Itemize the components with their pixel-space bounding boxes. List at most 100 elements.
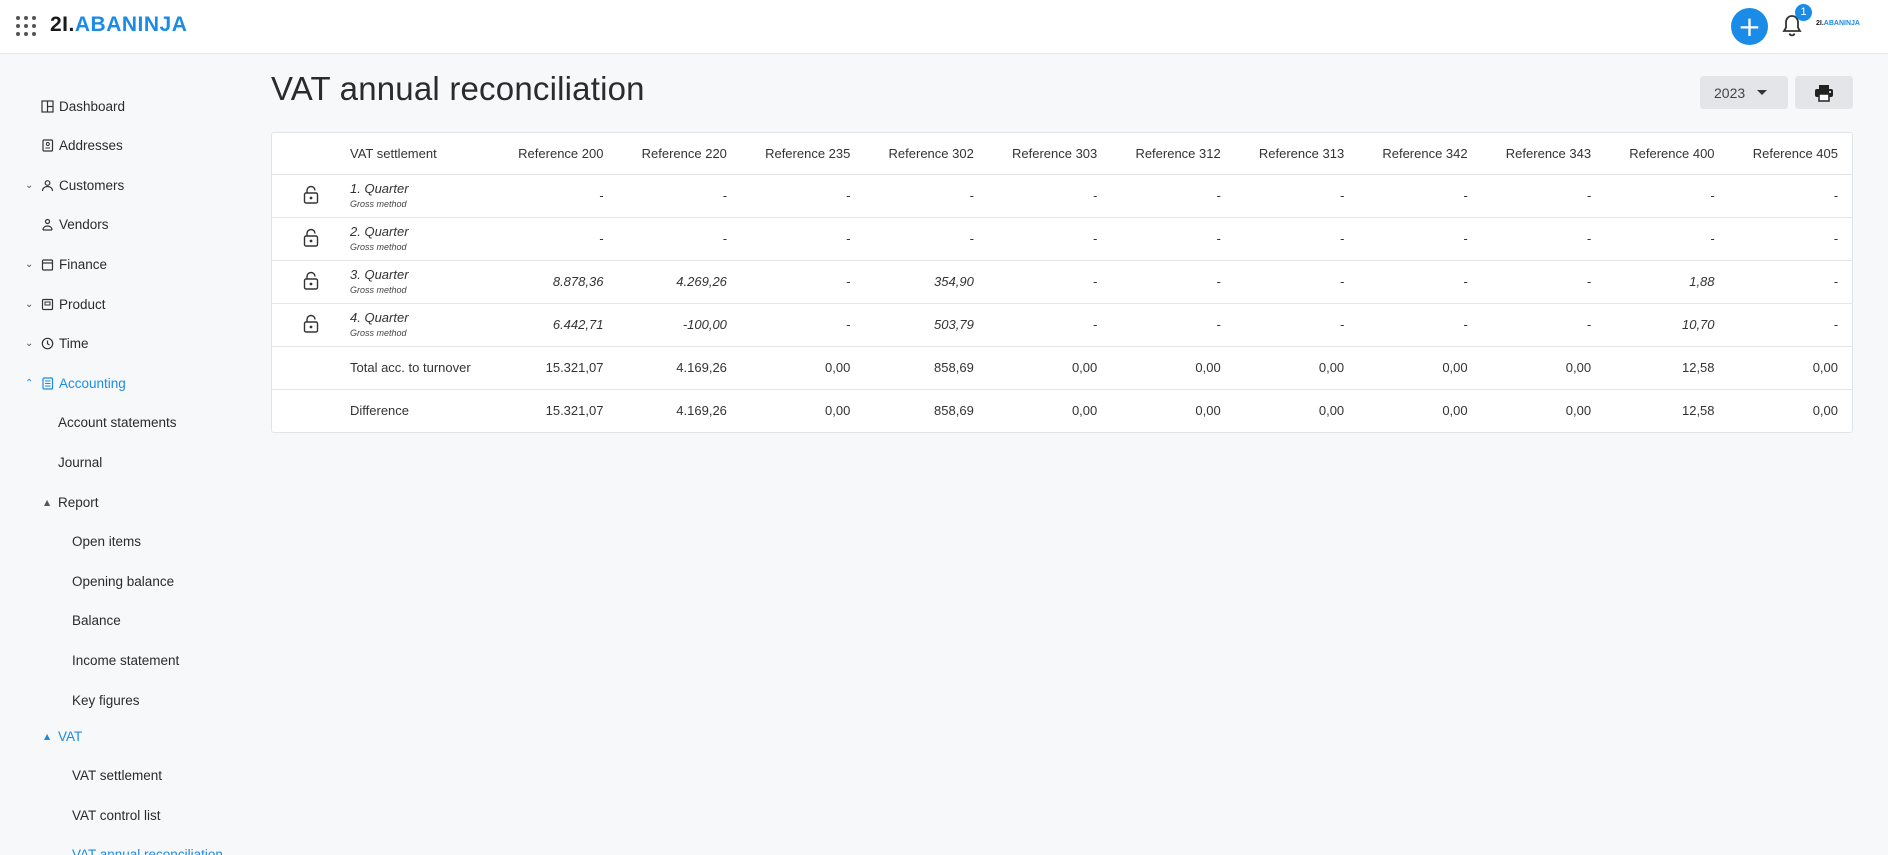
value-cell: 0,00 bbox=[1812, 403, 1838, 419]
chevron-up-icon: ⌃ bbox=[25, 377, 34, 389]
sidebar-item-label: VAT annual reconciliation bbox=[72, 846, 223, 855]
sidebar-item-addresses[interactable]: Addresses bbox=[41, 133, 123, 157]
sidebar-item-income-statement[interactable]: Income statement bbox=[72, 648, 179, 672]
notification-badge: 1 bbox=[1795, 4, 1812, 21]
chevron-down-icon: ⌄ bbox=[25, 258, 34, 270]
app-logo[interactable]: 2I.ABANINJA bbox=[50, 13, 187, 37]
value-cell: - bbox=[740, 174, 865, 218]
sidebar-item-label: Balance bbox=[72, 612, 121, 628]
lock-cell[interactable] bbox=[272, 174, 350, 218]
sidebar-item-open-items[interactable]: Open items bbox=[72, 529, 141, 553]
year-value: 2023 bbox=[1714, 84, 1746, 101]
value-cell: - bbox=[864, 174, 988, 218]
value-cell: 858,69 bbox=[864, 346, 988, 390]
value-cell: - bbox=[1728, 303, 1852, 347]
value-cell: 12,58 bbox=[1681, 403, 1715, 419]
sidebar-item-vat-settlement[interactable]: VAT settlement bbox=[72, 763, 162, 787]
value-cell: - bbox=[1605, 174, 1729, 218]
value-cell: - bbox=[617, 174, 741, 218]
value-cell: - bbox=[1481, 260, 1606, 304]
value-cell: 0,00 bbox=[1318, 403, 1345, 419]
sidebar-item-label: VAT bbox=[58, 728, 83, 744]
lock-cell[interactable] bbox=[272, 217, 350, 261]
value-cell: 6.442,71 bbox=[494, 303, 618, 347]
value-cell: 0,00 bbox=[1234, 346, 1359, 390]
quarter-name: 1. Quarter bbox=[350, 180, 409, 196]
value-cell: 0,00 bbox=[1111, 346, 1235, 390]
vat-reconciliation-table: VAT settlement Reference 200 Reference 2… bbox=[271, 132, 1853, 433]
company-logo[interactable]: 2I.ABANINJA bbox=[1816, 20, 1860, 27]
sidebar-item-opening-balance[interactable]: Opening balance bbox=[72, 569, 174, 593]
sidebar-item-vat-control-list[interactable]: VAT control list bbox=[72, 803, 161, 827]
sidebar-item-key-figures[interactable]: Key figures bbox=[72, 688, 140, 712]
sidebar-item-label: Accounting bbox=[59, 375, 126, 391]
sidebar-item-vendors[interactable]: Vendors bbox=[41, 212, 109, 236]
value-cell: - bbox=[617, 217, 741, 261]
chevron-down-icon: ⌄ bbox=[25, 337, 34, 349]
sidebar-item-journal[interactable]: Journal bbox=[58, 450, 102, 474]
lock-icon[interactable] bbox=[303, 314, 319, 336]
plus-icon: + bbox=[1737, 10, 1762, 43]
column-header: Reference 343 bbox=[1481, 133, 1606, 175]
value-cell: 858,69 bbox=[934, 403, 974, 419]
sidebar-item-account-statements[interactable]: Account statements bbox=[58, 410, 177, 434]
year-select[interactable]: 2023 bbox=[1700, 76, 1788, 109]
sidebar-item-vat-annual-reconciliation[interactable]: VAT annual reconciliation bbox=[72, 842, 223, 855]
value-cell: 354,90 bbox=[864, 260, 988, 304]
lock-icon[interactable] bbox=[303, 271, 319, 293]
lock-cell[interactable] bbox=[272, 303, 350, 347]
printer-icon bbox=[1815, 84, 1833, 102]
lock-icon[interactable] bbox=[303, 185, 319, 207]
quarter-name: 4. Quarter bbox=[350, 309, 409, 325]
sidebar-item-customers[interactable]: ⌄ Customers bbox=[25, 173, 125, 197]
table-header-row: VAT settlement Reference 200 Reference 2… bbox=[272, 133, 1852, 175]
value-cell: - bbox=[740, 260, 865, 304]
table-row[interactable]: 3. Quarter Gross method 8.878,36 4.269,26-3… bbox=[272, 260, 1852, 304]
lock-column-header bbox=[272, 133, 350, 175]
value-cell: - bbox=[987, 217, 1112, 261]
value-cell: - bbox=[1358, 260, 1482, 304]
value-cell: - bbox=[1605, 217, 1729, 261]
value-cell: 1,88 bbox=[1605, 260, 1729, 304]
add-button[interactable]: + bbox=[1731, 8, 1768, 45]
table-row[interactable]: 1. Quarter Gross method - - - - - - - - - - - bbox=[272, 174, 1852, 218]
value-cell: 0,00 bbox=[1195, 403, 1221, 419]
sidebar-item-label: Open items bbox=[72, 533, 142, 549]
sidebar-item-accounting[interactable]: ⌃ Accounting bbox=[25, 371, 126, 395]
table-row[interactable]: 4. Quarter Gross method 6.442,71 -100,00-50… bbox=[272, 303, 1852, 347]
sidebar-item-finance[interactable]: ⌄ Finance bbox=[25, 252, 107, 276]
column-header: Reference 313 bbox=[1234, 133, 1359, 175]
sidebar-item-dashboard[interactable]: Dashboard bbox=[41, 94, 125, 118]
sidebar-item-label: Customers bbox=[59, 177, 125, 193]
chevron-down-icon: ⌄ bbox=[25, 298, 34, 310]
clock-icon bbox=[41, 337, 54, 350]
sidebar-item-product[interactable]: ⌄ Product bbox=[25, 292, 106, 316]
value-cell: - bbox=[1358, 217, 1482, 261]
sidebar-item-time[interactable]: ⌄ Time bbox=[25, 331, 89, 355]
total-label: Total acc. to turnover bbox=[350, 346, 494, 390]
value-cell: - bbox=[1111, 303, 1235, 347]
sidebar-item-vat[interactable]: ▲ VAT bbox=[44, 724, 83, 748]
app-grid-icon[interactable] bbox=[16, 16, 36, 36]
value-cell: 0,00 bbox=[1071, 403, 1098, 419]
lock-cell[interactable] bbox=[272, 260, 350, 304]
value-cell: 15.321,07 bbox=[494, 346, 618, 390]
sidebar-item-label: Report bbox=[58, 494, 99, 510]
value-cell: 0,00 bbox=[1442, 403, 1468, 419]
total-label: Difference bbox=[350, 403, 410, 419]
quarter-cell: 3. Quarter Gross method bbox=[350, 260, 494, 304]
print-button[interactable] bbox=[1795, 76, 1853, 109]
value-cell: - bbox=[987, 303, 1112, 347]
top-bar: 2I.ABANINJA + 1 2I.ABANINJA bbox=[0, 0, 1888, 54]
value-cell: - bbox=[864, 217, 988, 261]
column-header: Reference 400 bbox=[1605, 133, 1729, 175]
table-row[interactable]: 2. Quarter Gross method - - - - - - - - - - - bbox=[272, 217, 1852, 261]
sidebar-item-balance[interactable]: Balance bbox=[72, 608, 121, 632]
quarter-name: 3. Quarter bbox=[350, 266, 409, 282]
chevron-down-icon: ⌄ bbox=[25, 179, 34, 191]
value-cell: - bbox=[1234, 174, 1359, 218]
value-cell: - bbox=[1481, 174, 1606, 218]
lock-icon[interactable] bbox=[303, 228, 319, 250]
sidebar-item-report[interactable]: ▲ Report bbox=[44, 490, 99, 514]
column-header: Reference 200 bbox=[494, 133, 618, 175]
